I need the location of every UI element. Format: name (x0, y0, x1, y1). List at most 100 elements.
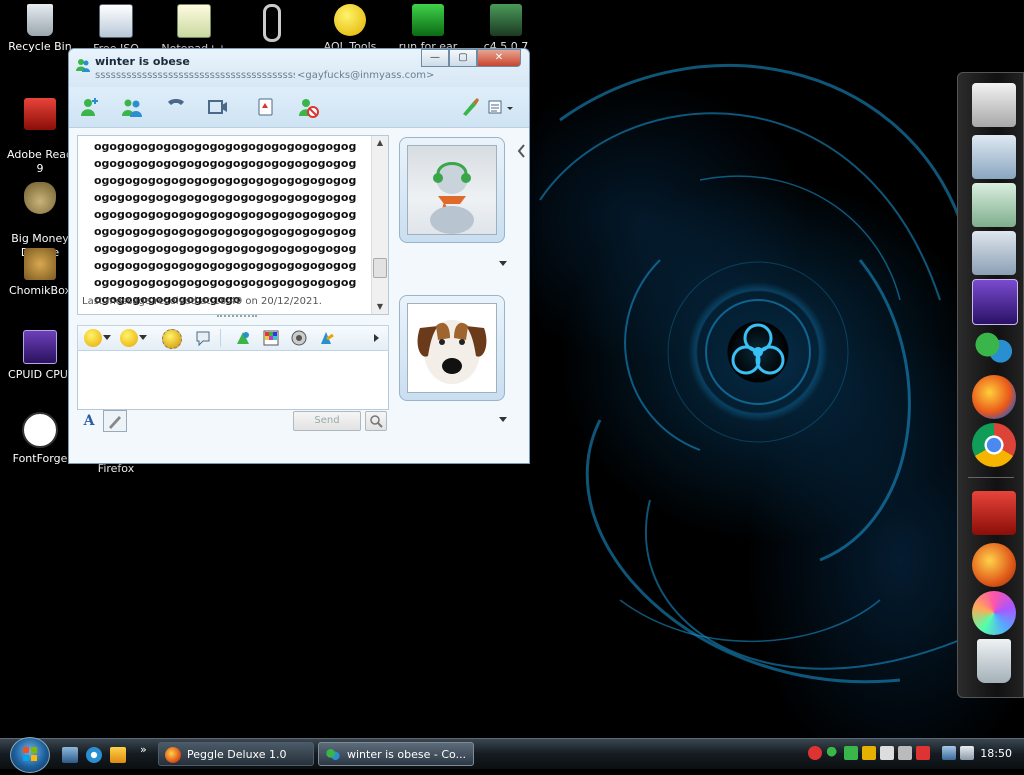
sidebar-firefox-icon[interactable] (972, 375, 1016, 419)
notepad-icon (177, 4, 211, 38)
background-icon[interactable] (262, 329, 280, 347)
sidebar-messenger-icon[interactable] (972, 327, 1016, 371)
window-controls: — ▢ ✕ (421, 49, 521, 67)
sidebar-computer-icon[interactable] (972, 83, 1016, 127)
show-menu-icon[interactable] (487, 96, 517, 118)
minimize-button[interactable]: — (421, 49, 449, 67)
internet-explorer-icon[interactable] (86, 747, 102, 763)
scroll-up-icon[interactable]: ▲ (372, 136, 388, 150)
taskbar-button-label: winter is obese - Co... (347, 748, 467, 761)
share-contacts-icon[interactable] (121, 96, 143, 118)
messenger-conversation-window[interactable]: winter is obese ssssssssssssssssssssssss… (68, 48, 530, 464)
snowman-avatar-icon (430, 162, 474, 234)
c4-icon (490, 4, 522, 36)
user-avatar-frame[interactable] (399, 295, 505, 401)
emoticon-toolbar (77, 325, 389, 351)
tray-check-icon[interactable] (844, 746, 858, 760)
pencil-icon (109, 416, 121, 429)
wink-icon[interactable] (120, 329, 138, 347)
search-button[interactable] (365, 411, 387, 431)
phone-call-icon[interactable] (165, 96, 187, 118)
contact-email: <gayfucks@inmyass.com> (297, 70, 435, 81)
sound-icon[interactable] (290, 329, 308, 347)
tray-network-icon[interactable] (942, 746, 956, 760)
sidebar-pdf-icon[interactable] (972, 491, 1016, 535)
quick-launch-overflow-icon[interactable]: » (140, 743, 147, 756)
message-input[interactable] (77, 351, 389, 410)
taskbar-button-peggle[interactable]: Peggle Deluxe 1.0 (158, 742, 314, 766)
contact-status-message: ssssssssssssssssssssssssssssssssssssssss… (95, 70, 295, 81)
chevron-down-icon[interactable] (139, 335, 147, 341)
taskbar-clock[interactable]: 18:50 (980, 747, 1012, 760)
desktop-icon-label: FontForge (12, 452, 68, 465)
taskbar-button-messenger[interactable]: winter is obese - Co... (318, 742, 474, 766)
desktop-icon-aol-tools[interactable]: AOL Tools (310, 4, 390, 54)
sidebar-recycle-bin-icon[interactable] (977, 639, 1011, 683)
close-button[interactable]: ✕ (477, 49, 521, 67)
chevron-down-icon[interactable] (103, 335, 111, 341)
tray-volume-icon[interactable] (960, 746, 974, 760)
scroll-thumb[interactable] (373, 258, 387, 278)
sidebar-folder-icon[interactable] (972, 231, 1016, 275)
toolbar-divider (220, 329, 221, 347)
pdf-icon (24, 98, 56, 130)
money-bag-icon (24, 182, 56, 214)
dog-icon (24, 248, 56, 280)
sidebar-cpuid-icon[interactable] (972, 279, 1018, 325)
tray-display-icon[interactable] (898, 746, 912, 760)
chat-message: ogogogogogogogogogogogogogogogogogogogog… (94, 140, 357, 306)
conversation-history[interactable]: ogogogogogogogogogogogogogogogogogogogog… (77, 135, 389, 315)
collapse-panel-icon[interactable] (517, 143, 527, 159)
dog-avatar-icon (417, 320, 487, 384)
user-avatar (407, 303, 497, 393)
chevron-down-icon[interactable] (499, 261, 507, 267)
desktop-icon-recycle-bin[interactable]: Recycle Bin (0, 4, 80, 54)
tray-avast-icon[interactable] (808, 746, 822, 760)
resize-grip[interactable] (217, 315, 257, 321)
contact-name: winter is obese (95, 55, 190, 68)
windows-logo-icon (23, 747, 37, 761)
invite-contact-icon[interactable] (79, 96, 101, 118)
nudge-icon[interactable] (162, 329, 182, 349)
contact-avatar-frame[interactable] (399, 137, 505, 243)
media-player-icon[interactable] (110, 747, 126, 763)
sidebar-folder-icon[interactable] (972, 135, 1016, 179)
sidebar-peggle-icon[interactable] (972, 543, 1016, 587)
system-tray: 18:50 (806, 742, 1024, 766)
sidebar-folder-icon[interactable] (972, 183, 1016, 227)
paint-brush-icon[interactable] (459, 96, 481, 118)
chevron-right-icon[interactable] (374, 334, 380, 342)
chevron-down-icon[interactable] (499, 417, 507, 423)
tray-security-icon[interactable] (862, 746, 876, 760)
desktop-icon-label: ChomikBox (9, 284, 71, 297)
tray-shield-icon[interactable] (916, 746, 930, 760)
voice-clip-icon[interactable] (194, 329, 212, 347)
send-button[interactable]: Send (293, 411, 361, 431)
handwriting-button[interactable] (103, 410, 127, 432)
handwriting-icon[interactable] (318, 329, 336, 347)
font-button[interactable]: A (79, 411, 99, 431)
wink-animation-icon[interactable] (234, 329, 252, 347)
tray-keyboard-icon[interactable] (880, 746, 894, 760)
title-bar[interactable]: winter is obese ssssssssssssssssssssssss… (69, 49, 529, 87)
block-contact-icon[interactable] (297, 96, 319, 118)
sidebar-chrome-icon[interactable] (972, 423, 1016, 467)
emoticon-icon[interactable] (84, 329, 102, 347)
video-call-icon[interactable] (207, 96, 229, 118)
sidebar-paint-icon[interactable] (972, 591, 1016, 635)
peggle-icon (165, 747, 181, 763)
scroll-down-icon[interactable]: ▼ (372, 300, 388, 314)
history-scrollbar[interactable]: ▲ ▼ (371, 136, 388, 314)
show-desktop-icon[interactable] (62, 747, 78, 763)
desktop-icon-c4[interactable]: c4 5.0.7 (466, 4, 546, 54)
game-icon (412, 4, 444, 36)
cpu-icon (23, 330, 57, 364)
games-icon[interactable] (255, 96, 277, 118)
tray-messenger-icon[interactable] (826, 746, 840, 760)
sidebar-divider (968, 477, 1014, 478)
desktop-icon-firefox[interactable]: Firefox (76, 462, 156, 476)
maximize-button[interactable]: ▢ (449, 49, 477, 67)
taskbar-button-label: Peggle Deluxe 1.0 (187, 748, 287, 761)
desktop-icon-run-for-ear[interactable]: run for ear (388, 4, 468, 54)
taskbar: » Peggle Deluxe 1.0 winter is obese - Co… (0, 737, 1024, 773)
